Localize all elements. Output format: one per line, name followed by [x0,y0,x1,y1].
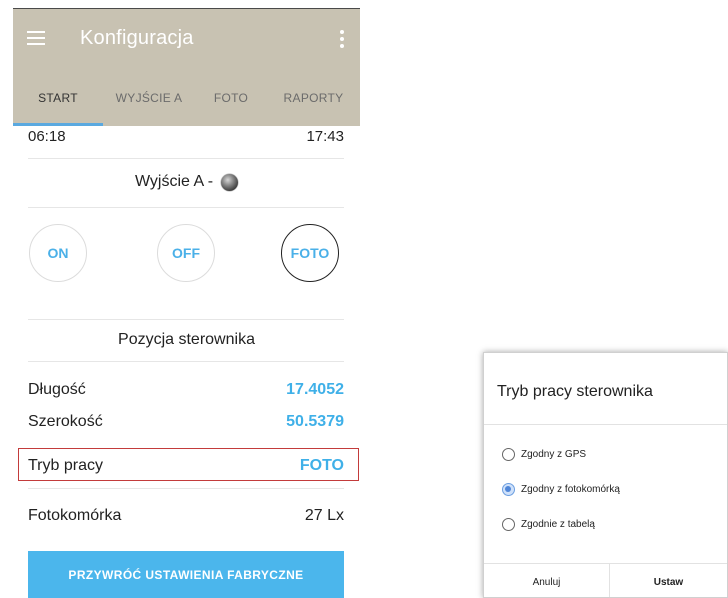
radio-unchecked-icon[interactable] [502,517,515,531]
radio-unchecked-icon[interactable] [502,447,515,461]
tab-wyjscie-a[interactable]: WYJŚCIE A [103,70,195,126]
off-button[interactable]: OFF [157,224,215,282]
divider [28,207,344,208]
output-led-icon [221,173,239,191]
latitude-value: 50.5379 [286,413,344,430]
option-label: Zgodny z fotokomórką [521,483,620,495]
mode-dialog: Tryb pracy sterownika Zgodny z GPS Zgodn… [483,352,728,598]
photocell-value: 27 Lx [304,507,344,524]
sunrise-time: 06:18 [28,128,66,145]
option-photocell[interactable]: Zgodny z fotokomórką [502,480,620,498]
app-bar: Konfiguracja [13,8,360,70]
longitude-row: Długość 17.4052 [28,381,344,405]
longitude-label: Długość [28,381,86,398]
longitude-value: 17.4052 [286,381,344,398]
divider [28,488,344,489]
option-gps[interactable]: Zgodny z GPS [502,445,586,463]
photocell-label: Fotokomórka [28,507,122,524]
photocell-row: Fotokomórka 27 Lx [28,507,344,531]
set-button[interactable]: Ustaw [610,564,727,597]
dialog-title: Tryb pracy sterownika [497,383,653,400]
tab-start[interactable]: START [13,70,103,126]
mode-label: Tryb pracy [28,457,103,474]
more-options-icon[interactable] [340,30,344,51]
on-button[interactable]: ON [29,224,87,282]
app-title: Konfiguracja [80,27,194,49]
mode-value: FOTO [299,457,344,474]
dialog-buttons: Anuluj Ustaw [484,563,727,597]
latitude-row: Szerokość 50.5379 [28,413,344,437]
divider [28,319,344,320]
output-status-row: Wyjście A - [13,170,360,194]
phone-screen: Konfiguracja START WYJŚCIE A FOTO RAPORT… [13,8,360,598]
divider [28,158,344,159]
sunset-time: 17:43 [306,128,344,145]
factory-reset-button[interactable]: PRZYWRÓĆ USTAWIENIA FABRYCZNE [28,551,344,598]
sun-times-row: 06:18 17:43 [28,128,344,148]
option-table[interactable]: Zgodnie z tabelą [502,515,595,533]
option-label: Zgodnie z tabelą [521,518,595,530]
divider [28,361,344,362]
dialog-divider [484,424,727,425]
tab-raporty[interactable]: RAPORTY [267,70,360,126]
tab-foto[interactable]: FOTO [195,70,267,126]
option-label: Zgodny z GPS [521,448,587,460]
radio-checked-icon[interactable] [502,482,515,496]
menu-icon[interactable] [27,31,45,45]
mode-row[interactable]: Tryb pracy FOTO [28,457,344,481]
position-section-title: Pozycja sterownika [118,331,255,348]
output-label: Wyjście A - [134,173,214,190]
tab-bar: START WYJŚCIE A FOTO RAPORTY [13,70,360,126]
foto-button[interactable]: FOTO [281,224,339,282]
cancel-button[interactable]: Anuluj [484,564,610,597]
latitude-label: Szerokość [28,413,103,430]
